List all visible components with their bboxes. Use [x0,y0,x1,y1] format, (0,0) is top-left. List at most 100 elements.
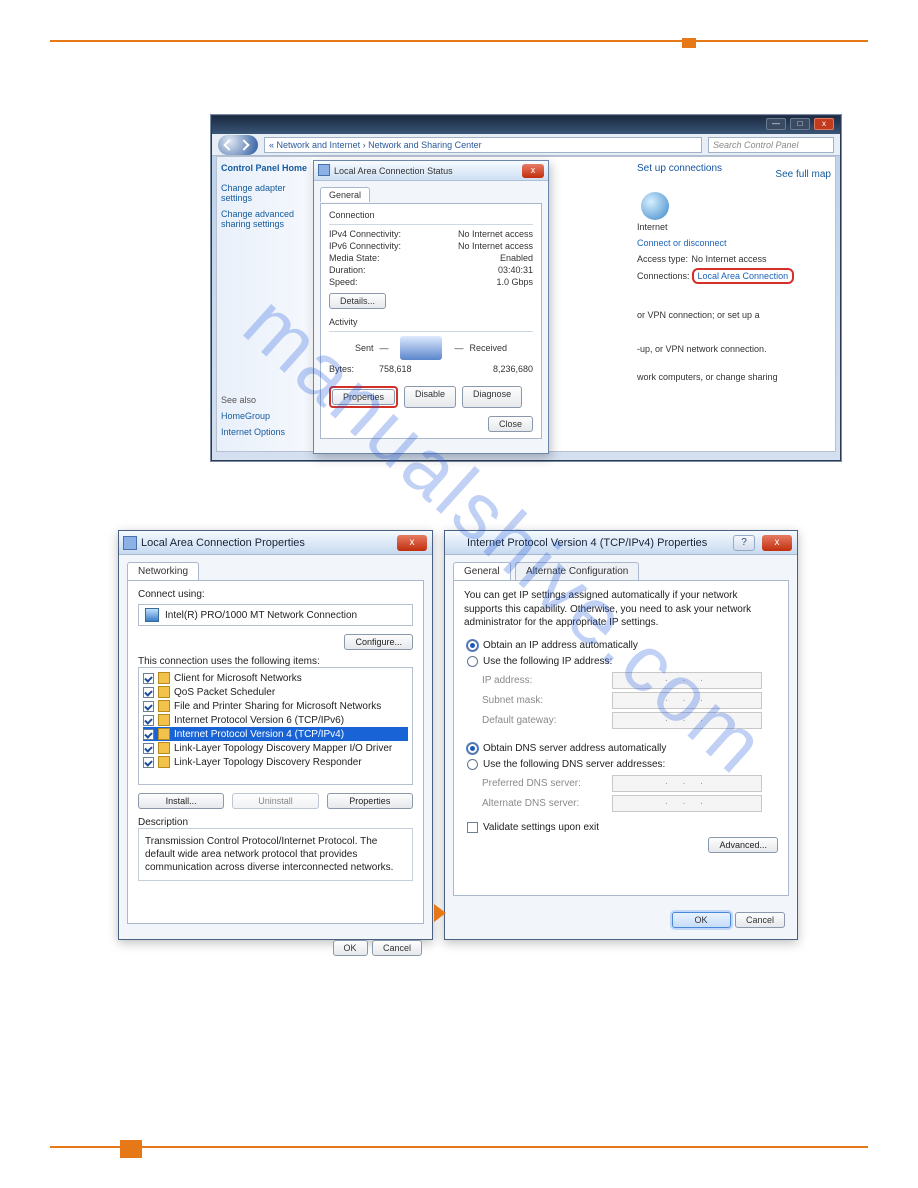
preferred-dns-label: Preferred DNS server: [482,778,612,789]
status-title: Local Area Connection Status [334,166,453,176]
checkbox[interactable] [143,743,154,754]
radio-manual-ip[interactable] [467,656,478,667]
properties-button[interactable]: Properties [332,389,395,405]
tab-general[interactable]: General [453,562,511,580]
description-text: Transmission Control Protocol/Internet P… [138,828,413,881]
item-label: Link-Layer Topology Discovery Mapper I/O… [174,743,392,754]
radio-manual-dns-row[interactable]: Use the following DNS server addresses: [467,759,778,770]
preferred-dns-input: . . . [612,775,762,792]
default-gateway-input: . . . [612,712,762,729]
tab-networking[interactable]: Networking [127,562,199,580]
breadcrumb-item-2[interactable]: Network and Sharing Center [368,140,482,150]
breadcrumb-item-1[interactable]: Network and Internet [277,140,361,150]
component-icon [158,728,170,740]
subnet-mask-label: Subnet mask: [482,695,612,706]
disable-button[interactable]: Disable [404,386,456,408]
items-list[interactable]: Client for Microsoft Networks QoS Packet… [138,667,413,785]
cancel-button[interactable]: Cancel [735,912,785,928]
list-item[interactable]: Link-Layer Topology Discovery Mapper I/O… [143,741,408,755]
checkbox[interactable] [143,701,154,712]
homegroup-link[interactable]: HomeGroup [221,411,285,421]
cancel-button[interactable]: Cancel [372,940,422,956]
bytes-received: 8,236,680 [493,364,533,374]
radio-manual-dns[interactable] [467,759,478,770]
list-item[interactable]: File and Printer Sharing for Microsoft N… [143,699,408,713]
radio-manual-ip-row[interactable]: Use the following IP address: [467,656,778,667]
page-bottom-rule [50,1146,868,1148]
diagnose-button[interactable]: Diagnose [462,386,522,408]
search-input[interactable]: Search Control Panel [708,137,834,153]
ok-button[interactable]: OK [333,940,368,956]
radio-auto-ip[interactable] [467,640,478,651]
install-button[interactable]: Install... [138,793,224,809]
component-icon [158,672,170,684]
radio-manual-ip-label: Use the following IP address: [483,656,612,667]
nic-icon [145,608,159,622]
checkbox[interactable] [143,729,154,740]
ok-button[interactable]: OK [672,912,731,928]
help-button[interactable]: ? [733,535,755,551]
screenshot-network-sharing-center: — □ x « Network and Internet › Network a… [210,114,842,462]
radio-auto-ip-label: Obtain an IP address automatically [483,640,638,651]
checkbox[interactable] [143,715,154,726]
kv-key: Speed: [329,277,358,287]
internet-label: Internet [637,222,831,232]
component-icon [158,714,170,726]
checkbox[interactable] [143,687,154,698]
kv-key: Duration: [329,265,366,275]
control-panel-home-link[interactable]: Control Panel Home [221,163,307,173]
dialog-title: Internet Protocol Version 4 (TCP/IPv4) P… [467,537,707,549]
list-item[interactable]: Client for Microsoft Networks [143,671,408,685]
min-button[interactable]: — [766,118,786,130]
tab-alternate-config[interactable]: Alternate Configuration [515,562,639,580]
tcpip-properties-dialog: Internet Protocol Version 4 (TCP/IPv4) P… [444,530,798,940]
back-forward-buttons[interactable] [218,135,258,155]
details-button[interactable]: Details... [329,293,386,309]
connections-label: Connections: [637,271,689,281]
see-also-section: See also HomeGroup Internet Options [221,395,285,443]
item-label: Internet Protocol Version 4 (TCP/IPv4) [174,729,344,740]
heading-set-up-connections: Set up connections [637,163,722,186]
radio-auto-dns-label: Obtain DNS server address automatically [483,743,666,754]
advanced-button[interactable]: Advanced... [708,837,778,853]
close-button[interactable]: x [397,535,427,551]
checkbox[interactable] [143,673,154,684]
access-type-label: Access type: [637,254,689,264]
status-close-button[interactable]: x [522,164,544,178]
connect-disconnect-link[interactable]: Connect or disconnect [637,238,831,248]
local-area-connection-link[interactable]: Local Area Connection [692,268,795,284]
status-dialog: Local Area Connection Status x General C… [313,160,549,454]
properties-button[interactable]: Properties [327,793,413,809]
validate-checkbox[interactable] [467,822,478,833]
kv-val: 03:40:31 [498,265,533,275]
breadcrumb[interactable]: « Network and Internet › Network and Sha… [264,137,702,153]
list-item[interactable]: QoS Packet Scheduler [143,685,408,699]
radio-auto-dns-row[interactable]: Obtain DNS server address automatically [467,743,778,754]
radio-manual-dns-label: Use the following DNS server addresses: [483,759,665,770]
adapter-field[interactable]: Intel(R) PRO/1000 MT Network Connection [138,604,413,626]
dialog-titlebar: Local Area Connection Properties x [119,531,432,555]
dialog-title: Local Area Connection Properties [141,537,305,549]
divider [329,224,533,225]
tab-general[interactable]: General [320,187,370,202]
component-icon [158,756,170,768]
radio-auto-dns[interactable] [467,743,478,754]
close-button[interactable]: x [762,535,792,551]
list-item[interactable]: Link-Layer Topology Discovery Responder [143,755,408,769]
sent-label: Sent [355,343,374,353]
right-pane: Set up connections See full map Internet… [633,157,835,451]
close-button[interactable]: x [814,118,834,130]
partial-text-3: work computers, or change sharing [637,372,831,382]
checkbox[interactable] [143,757,154,768]
list-item-selected[interactable]: Internet Protocol Version 4 (TCP/IPv4) [143,727,408,741]
validate-checkbox-row[interactable]: Validate settings upon exit [467,822,778,833]
change-adapter-settings-link[interactable]: Change adapter settings [221,183,307,203]
internet-options-link[interactable]: Internet Options [221,427,285,437]
close-button[interactable]: Close [488,416,533,432]
change-advanced-sharing-link[interactable]: Change advanced sharing settings [221,209,307,229]
list-item[interactable]: Internet Protocol Version 6 (TCP/IPv6) [143,713,408,727]
configure-button[interactable]: Configure... [344,634,413,650]
see-full-map-link[interactable]: See full map [775,169,831,180]
radio-auto-ip-row[interactable]: Obtain an IP address automatically [467,640,778,651]
max-button[interactable]: □ [790,118,810,130]
